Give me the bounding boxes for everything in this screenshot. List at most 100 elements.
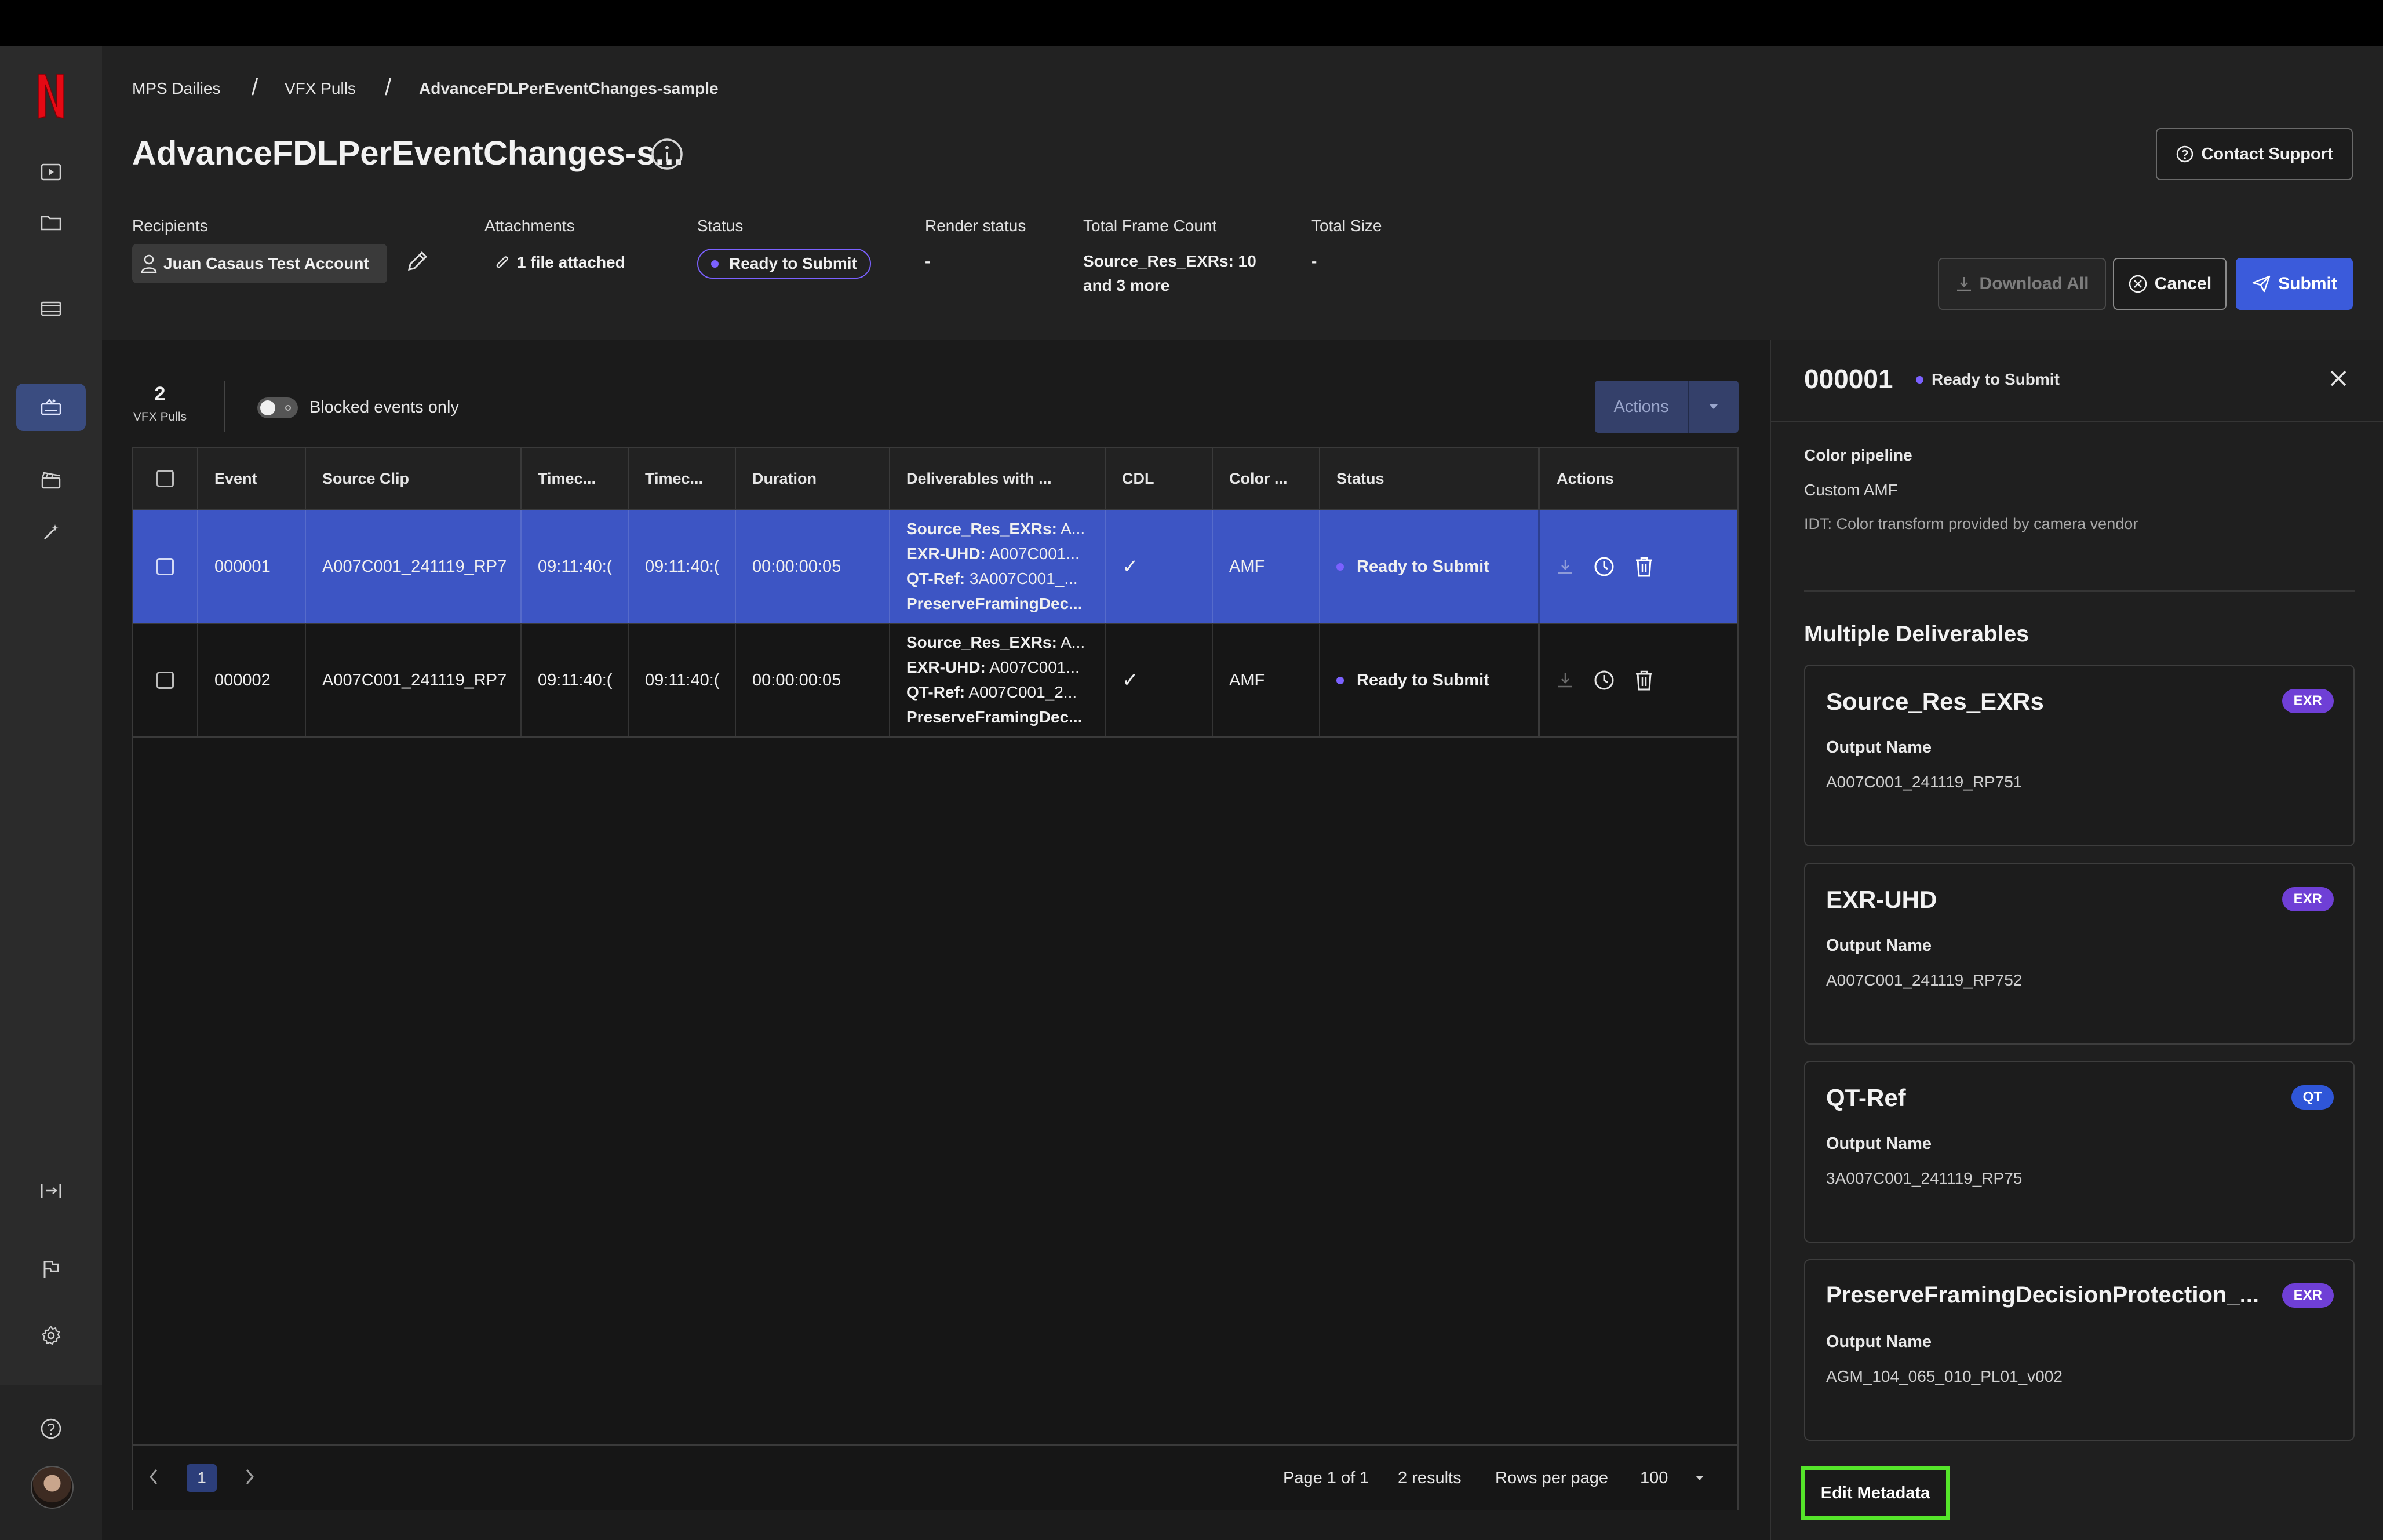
cancel-button[interactable]: Cancel (2113, 258, 2227, 310)
render-status-label: Render status (925, 217, 1026, 235)
magic-wand-icon[interactable] (34, 515, 68, 550)
submit-button[interactable]: Submit (2236, 258, 2353, 310)
download-all-label: Download All (1979, 274, 2089, 293)
source-clip-cell: A007C001_241119_RP7 (306, 510, 522, 623)
status-value: Ready to Submit (729, 254, 857, 272)
chevron-left-icon[interactable] (147, 1468, 160, 1486)
expand-panel-icon[interactable] (34, 1173, 68, 1208)
deliverable-line: EXR-UHD: A007C001... (906, 545, 1080, 563)
table-row[interactable]: 000001 A007C001_241119_RP7 09:11:40:( 09… (133, 510, 1737, 624)
column-header-status[interactable]: Status (1320, 448, 1540, 510)
page-title: AdvanceFDLPerEventChanges-s... (132, 134, 683, 172)
row-checkbox[interactable] (156, 558, 174, 575)
select-all-checkbox[interactable] (156, 470, 174, 487)
column-header-timecode-out[interactable]: Timec... (629, 448, 736, 510)
count-label: VFX Pulls (133, 410, 187, 424)
attachments-link[interactable]: 1 file attached (494, 252, 625, 273)
cdl-check-icon: ✓ (1106, 624, 1213, 736)
avatar[interactable] (31, 1466, 74, 1509)
deliverable-title: PreserveFramingDecisionProtection_... (1826, 1282, 2259, 1308)
column-header-deliverables[interactable]: Deliverables with ... (890, 448, 1106, 510)
deliverable-card: Source_Res_EXRs EXR Output Name A007C001… (1804, 665, 2355, 846)
column-header-color[interactable]: Color ... (1213, 448, 1320, 510)
gear-icon[interactable] (34, 1318, 68, 1353)
breadcrumb-separator: / (385, 75, 392, 100)
output-name-value: A007C001_241119_RP751 (1826, 773, 2023, 791)
deliverable-line: QT-Ref: 3A007C001_... (906, 570, 1078, 587)
divider (1771, 421, 2383, 422)
actions-label[interactable]: Actions (1595, 381, 1688, 433)
rows-per-page-label: Rows per page (1495, 1469, 1609, 1487)
vfx-pulls-count: 2 VFX Pulls (132, 383, 188, 424)
status-dot (1336, 676, 1344, 684)
frame-count-more[interactable]: and 3 more (1083, 276, 1169, 295)
format-badge: QT (2291, 1085, 2334, 1110)
send-icon (2251, 275, 2271, 293)
actions-dropdown[interactable]: Actions (1595, 381, 1739, 433)
row-checkbox[interactable] (156, 672, 174, 689)
duration-cell: 00:00:00:05 (736, 624, 890, 736)
edit-recipients-pencil-icon[interactable] (405, 249, 430, 274)
pagination-bar: 1 Page 1 of 1 2 results Rows per page 10… (133, 1444, 1737, 1510)
output-name-label: Output Name (1826, 1333, 1932, 1351)
breadcrumb-mps-dailies[interactable]: MPS Dailies (132, 79, 220, 98)
download-icon[interactable] (1557, 672, 1574, 689)
download-all-button[interactable]: Download All (1938, 258, 2106, 310)
page-number-button[interactable]: 1 (187, 1464, 217, 1492)
deliverable-title: Source_Res_EXRs (1826, 688, 2044, 715)
paperclip-icon (494, 252, 511, 273)
rows-per-page-select[interactable]: 100 (1640, 1463, 1727, 1493)
status-badge: Ready to Submit (697, 249, 871, 279)
timecode-out-cell: 09:11:40:( (629, 510, 736, 623)
cdl-check-icon: ✓ (1106, 510, 1213, 623)
recipient-chip[interactable]: Juan Casaus Test Account (132, 244, 387, 283)
output-name-label: Output Name (1826, 936, 1932, 955)
breadcrumb-vfx-pulls[interactable]: VFX Pulls (285, 79, 356, 98)
divider (224, 381, 225, 432)
column-header-duration[interactable]: Duration (736, 448, 890, 510)
output-name-value: A007C001_241119_RP752 (1826, 971, 2023, 989)
column-header-event[interactable]: Event (198, 448, 306, 510)
deliverable-line: QT-Ref: A007C001_2... (906, 683, 1077, 701)
rows-per-page-value: 100 (1640, 1468, 1668, 1487)
netflix-logo[interactable] (32, 71, 70, 121)
edit-metadata-button[interactable]: Edit Metadata (1801, 1466, 1950, 1520)
attachments-value: 1 file attached (517, 253, 625, 271)
close-icon[interactable] (2327, 367, 2350, 390)
table-row[interactable]: 000002 A007C001_241119_RP7 09:11:40:( 09… (133, 624, 1737, 738)
folder-icon[interactable] (34, 205, 68, 239)
sidebar-footer (0, 1385, 102, 1540)
output-name-label: Output Name (1826, 738, 1932, 757)
column-header-timecode-in[interactable]: Timec... (522, 448, 629, 510)
vfx-pulls-table: Event Source Clip Timec... Timec... Dura… (132, 447, 1739, 1510)
select-all-header (133, 448, 198, 510)
history-clock-icon[interactable] (1594, 670, 1615, 691)
column-header-cdl[interactable]: CDL (1106, 448, 1213, 510)
chevron-down-icon[interactable] (1689, 381, 1739, 433)
contact-support-button[interactable]: Contact Support (2156, 128, 2353, 180)
column-header-source-clip[interactable]: Source Clip (306, 448, 522, 510)
play-square-icon[interactable] (34, 155, 68, 189)
clapperboard-icon[interactable] (34, 463, 68, 498)
count-value: 2 (154, 383, 166, 405)
info-icon[interactable] (650, 137, 684, 171)
blocked-events-toggle[interactable] (257, 397, 298, 418)
deliverable-title: EXR-UHD (1826, 886, 1937, 913)
vfx-pulls-icon[interactable] (16, 384, 86, 431)
deliverable-card: QT-Ref QT Output Name 3A007C001_241119_R… (1804, 1061, 2355, 1243)
breadcrumb-current: AdvanceFDLPerEventChanges-sample (419, 79, 719, 97)
status-dot (1336, 563, 1344, 571)
trash-icon[interactable] (1634, 669, 1654, 691)
download-icon[interactable] (1557, 558, 1574, 575)
history-clock-icon[interactable] (1594, 556, 1615, 577)
cancel-label: Cancel (2154, 274, 2212, 293)
flag-icon[interactable] (34, 1252, 68, 1287)
trash-icon[interactable] (1634, 556, 1654, 578)
chevron-right-icon[interactable] (243, 1468, 256, 1486)
event-cell: 000001 (198, 510, 306, 623)
deliverable-line: EXR-UHD: A007C001... (906, 658, 1080, 676)
color-pipeline-value: Custom AMF (1804, 481, 1898, 499)
film-strip-icon[interactable] (34, 291, 68, 326)
help-icon[interactable] (34, 1411, 68, 1446)
timecode-in-cell: 09:11:40:( (522, 510, 629, 623)
